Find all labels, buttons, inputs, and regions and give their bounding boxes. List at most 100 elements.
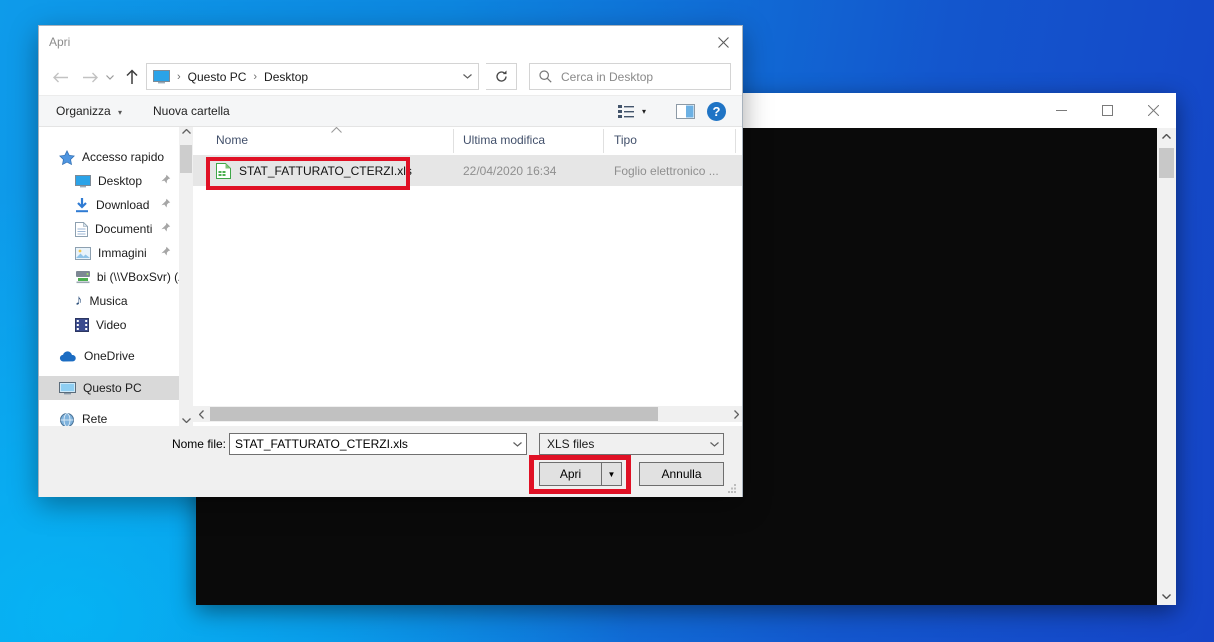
file-list-header: Nome Ultima modifica Tipo	[193, 127, 742, 154]
dialog-toolbar: Organizza ▾ Nuova cartella ▾ ?	[39, 95, 742, 127]
help-icon: ?	[707, 102, 726, 121]
breadcrumb-desktop[interactable]: Desktop	[264, 70, 308, 84]
sidebar-item-download[interactable]: Download	[39, 193, 179, 217]
column-divider[interactable]	[603, 129, 604, 153]
filename-combobox[interactable]	[229, 433, 527, 455]
sort-ascending-icon	[331, 127, 342, 133]
open-split-dropdown[interactable]: ▼	[601, 463, 621, 485]
filename-dropdown-button[interactable]	[508, 434, 526, 454]
preview-pane-icon	[676, 104, 695, 119]
sidebar-item-onedrive[interactable]: OneDrive	[39, 344, 179, 368]
pin-icon	[161, 198, 171, 208]
scroll-up-arrow-icon[interactable]	[179, 129, 193, 134]
chevron-down-icon	[106, 75, 114, 80]
sidebar-item-network[interactable]: Rete	[39, 407, 179, 426]
scroll-down-arrow-icon[interactable]	[1157, 588, 1176, 605]
dialog-titlebar: Apri	[39, 26, 742, 59]
sidebar-item-pictures[interactable]: Immagini	[39, 241, 179, 265]
sidebar-item-music[interactable]: ♪ Musica	[39, 289, 179, 313]
new-folder-label: Nuova cartella	[153, 104, 230, 118]
this-pc-icon	[59, 381, 76, 395]
change-view-button[interactable]: ▾	[617, 96, 646, 126]
vscrollbar-thumb[interactable]	[1159, 148, 1174, 178]
network-globe-icon	[59, 412, 75, 426]
file-row[interactable]: STAT_FATTURATO_CTERZI.xls 22/04/2020 16:…	[193, 155, 742, 186]
filetype-dropdown-button[interactable]	[705, 434, 723, 454]
up-button[interactable]	[119, 64, 145, 90]
music-note-icon: ♪	[75, 293, 83, 309]
close-button[interactable]	[1130, 93, 1176, 128]
dialog-close-button[interactable]	[708, 28, 738, 57]
breadcrumb-this-pc[interactable]: Questo PC	[188, 70, 247, 84]
minimize-icon	[1056, 105, 1067, 116]
column-divider[interactable]	[735, 129, 736, 153]
sidebar-item-documents[interactable]: Documenti	[39, 217, 179, 241]
sidebar-item-this-pc[interactable]: Questo PC	[39, 376, 179, 400]
column-header-type[interactable]: Tipo	[614, 133, 637, 147]
search-input[interactable]	[561, 70, 711, 84]
picture-icon	[75, 247, 91, 260]
open-file-dialog: Apri › Questo PC › Desktop	[38, 25, 743, 497]
file-type: Foglio elettronico ...	[614, 164, 719, 178]
cancel-button-label: Annulla	[661, 467, 701, 481]
address-bar[interactable]: › Questo PC › Desktop	[146, 63, 479, 90]
dialog-main-area: Accesso rapido Desktop Download Document…	[39, 127, 742, 426]
open-button-label: Apri	[540, 467, 601, 481]
search-icon	[539, 70, 552, 83]
scroll-up-arrow-icon[interactable]	[1157, 128, 1176, 145]
maximize-button[interactable]	[1084, 93, 1130, 128]
back-button[interactable]	[47, 64, 73, 90]
file-list: Nome Ultima modifica Tipo STAT_FATTURATO…	[193, 127, 742, 426]
pin-icon	[161, 246, 171, 256]
spreadsheet-file-icon	[215, 163, 231, 179]
close-icon	[718, 37, 729, 48]
filename-input[interactable]	[230, 437, 508, 451]
background-window-vscrollbar[interactable]	[1157, 128, 1176, 605]
filetype-value: XLS files	[540, 437, 705, 451]
network-drive-icon	[75, 270, 90, 284]
scroll-left-arrow-icon[interactable]	[193, 406, 209, 422]
scroll-right-arrow-icon[interactable]	[728, 406, 742, 422]
preview-pane-button[interactable]	[676, 96, 695, 126]
minimize-button[interactable]	[1038, 93, 1084, 128]
resize-grip-icon[interactable]	[728, 484, 737, 493]
open-button[interactable]: Apri ▼	[539, 462, 622, 486]
back-arrow-icon	[52, 72, 69, 83]
sidebar-item-quick-access[interactable]: Accesso rapido	[39, 145, 179, 169]
onedrive-cloud-icon	[59, 350, 77, 362]
search-box[interactable]	[529, 63, 731, 90]
column-header-name[interactable]: Nome	[216, 133, 248, 147]
sidebar-item-desktop[interactable]: Desktop	[39, 169, 179, 193]
chevron-down-icon	[710, 442, 719, 447]
sidebar-scrollbar-thumb[interactable]	[180, 145, 192, 173]
sidebar-item-network-drive[interactable]: bi (\\VBoxSvr) (Z	[39, 265, 179, 289]
scroll-down-arrow-icon[interactable]	[179, 418, 193, 423]
column-divider[interactable]	[453, 129, 454, 153]
desktop-icon	[75, 175, 91, 188]
document-icon	[75, 222, 88, 237]
close-icon	[1148, 105, 1159, 116]
hscrollbar-thumb[interactable]	[210, 407, 658, 421]
refresh-icon	[495, 70, 508, 83]
column-header-modified[interactable]: Ultima modifica	[463, 133, 545, 147]
refresh-button[interactable]	[486, 63, 517, 90]
quick-access-star-icon	[59, 150, 75, 165]
pin-icon	[161, 174, 171, 184]
breadcrumb-separator: ›	[251, 71, 259, 83]
recent-locations-button[interactable]	[101, 64, 119, 90]
organize-menu-button[interactable]: Organizza ▾	[56, 96, 122, 126]
forward-button[interactable]	[77, 64, 103, 90]
help-button[interactable]: ?	[707, 96, 726, 126]
address-dropdown-button[interactable]	[456, 64, 478, 89]
filetype-combobox[interactable]: XLS files	[539, 433, 724, 455]
desktop: { "annotations": { "highlight_color": "#…	[0, 0, 1214, 642]
list-view-icon	[617, 103, 635, 119]
sidebar-item-videos[interactable]: Video	[39, 313, 179, 337]
breadcrumb-separator: ›	[175, 71, 183, 83]
organize-label: Organizza	[56, 104, 111, 118]
file-list-hscrollbar[interactable]	[193, 406, 742, 422]
cancel-button[interactable]: Annulla	[639, 462, 724, 486]
sidebar-scrollbar[interactable]	[179, 127, 193, 426]
dialog-title: Apri	[49, 26, 70, 59]
new-folder-button[interactable]: Nuova cartella	[153, 96, 230, 126]
